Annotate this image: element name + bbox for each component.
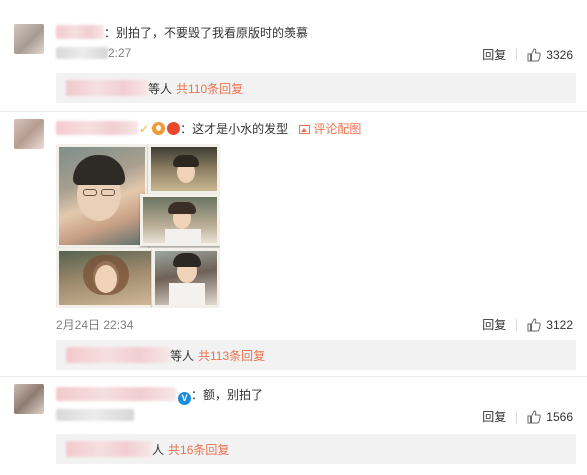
comment-text: ：别拍了，不要毁了我看原版时的羡慕 — [104, 26, 309, 40]
comment-actions: 回复 1566 — [482, 408, 573, 425]
replier-suffix: 人 — [152, 442, 165, 457]
username-blurred[interactable] — [56, 121, 138, 135]
like-button[interactable]: 1566 — [527, 410, 573, 424]
view-replies-link[interactable]: 共113条回复 — [198, 347, 265, 364]
verified-badge-icon: V — [178, 392, 191, 405]
comment-content: V ：额，别拍了 — [56, 386, 263, 405]
reply-button[interactable]: 回复 — [482, 408, 506, 425]
photo-tile — [56, 248, 154, 308]
replier-names-blurred — [66, 80, 148, 96]
replier-suffix: 等人 — [148, 81, 173, 96]
photo-tile — [148, 144, 220, 194]
comment-image[interactable] — [56, 144, 220, 308]
like-count: 3122 — [546, 317, 573, 332]
comment-date: 2:27 — [56, 46, 131, 60]
divider — [516, 318, 518, 331]
photo-tile — [140, 194, 220, 246]
divider — [0, 111, 587, 112]
thumbs-up-icon — [527, 317, 542, 331]
comment-date — [56, 408, 134, 422]
member-badge-icon — [152, 122, 166, 135]
comment-image-link[interactable]: 评论配图 — [299, 122, 361, 136]
thumbs-up-icon — [527, 47, 542, 61]
like-button[interactable]: 3122 — [527, 318, 573, 332]
image-icon — [299, 125, 311, 134]
photo-tile — [56, 144, 148, 248]
replier-suffix: 等人 — [170, 348, 195, 363]
replier-names-blurred — [66, 441, 152, 457]
comment-actions: 回复 3122 — [482, 316, 573, 333]
like-button[interactable]: 3326 — [527, 48, 573, 62]
comment-content: ：别拍了，不要毁了我看原版时的羡慕 — [56, 24, 308, 41]
divider — [516, 410, 518, 423]
view-replies-link[interactable]: 共16条回复 — [168, 441, 229, 458]
divider — [0, 376, 587, 377]
reply-button[interactable]: 回复 — [482, 316, 506, 333]
fan-badge-icon — [167, 122, 181, 135]
comment-date: 2月24日 22:34 — [56, 318, 134, 332]
avatar[interactable] — [14, 384, 44, 414]
reply-button[interactable]: 回复 — [482, 46, 506, 63]
username-blurred[interactable] — [56, 25, 104, 39]
like-count: 1566 — [546, 409, 573, 424]
replier-names-blurred — [66, 347, 170, 363]
comment-text: ：这才是小水的发型 — [180, 122, 289, 136]
username-blurred[interactable] — [56, 387, 176, 401]
photo-tile — [152, 248, 220, 308]
date-blurred — [56, 409, 134, 421]
verified-badge-icon: ✓ — [139, 122, 150, 136]
avatar[interactable] — [14, 119, 44, 149]
sub-replies-bar[interactable]: 等人 共113条回复 — [56, 340, 576, 370]
sub-replies-bar[interactable]: 等人 共110条回复 — [56, 73, 576, 103]
divider — [516, 48, 518, 61]
comment-actions: 回复 3326 — [482, 46, 573, 63]
comment-content: ✓ ：这才是小水的发型 评论配图 — [56, 120, 361, 137]
comment-text: ：额，别拍了 — [191, 388, 264, 402]
avatar[interactable] — [14, 24, 44, 54]
like-count: 3326 — [546, 47, 573, 62]
thumbs-up-icon — [527, 409, 542, 423]
sub-replies-bar[interactable]: 人 共16条回复 — [56, 434, 576, 464]
date-blurred — [56, 47, 108, 59]
view-replies-link[interactable]: 共110条回复 — [176, 80, 243, 97]
